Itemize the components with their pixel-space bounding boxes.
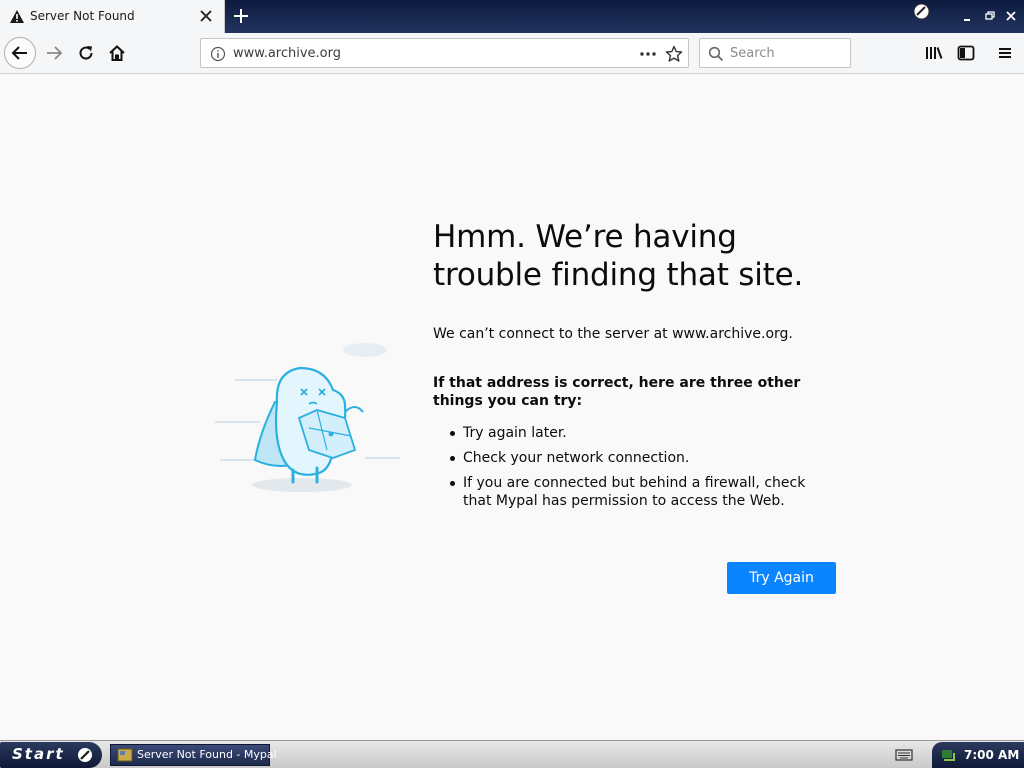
- start-label: Start: [12, 745, 65, 763]
- mypal-app-icon: [117, 748, 133, 762]
- search-icon: [708, 46, 724, 62]
- close-window-icon[interactable]: [1002, 8, 1020, 24]
- sidebar-button[interactable]: [954, 41, 978, 65]
- system-tray: 7:00 AM: [932, 742, 1024, 768]
- menu-icon: [999, 48, 1011, 58]
- url-text[interactable]: www.archive.org: [233, 46, 341, 61]
- url-bar[interactable]: www.archive.org: [200, 38, 689, 68]
- start-button[interactable]: Start: [0, 742, 102, 768]
- more-icon[interactable]: [638, 46, 658, 62]
- error-title: Hmm. We’re having trouble finding that s…: [433, 219, 804, 293]
- error-illustration: [215, 343, 400, 492]
- suggestions-list: Try again later. Check your network conn…: [450, 424, 830, 517]
- home-icon: [109, 45, 125, 61]
- reload-button[interactable]: [70, 37, 102, 69]
- forward-icon: [47, 46, 63, 60]
- restore-icon[interactable]: [981, 8, 999, 24]
- back-icon: [11, 46, 27, 60]
- error-page: Hmm. We’re having trouble finding that s…: [0, 74, 1024, 740]
- taskbar-item-label: Server Not Found - Mypal: [137, 748, 277, 761]
- close-icon[interactable]: [198, 8, 214, 24]
- library-icon: [926, 47, 943, 59]
- try-again-button[interactable]: Try Again: [727, 562, 836, 594]
- tab-title: Server Not Found: [30, 9, 135, 23]
- clock[interactable]: 7:00 AM: [964, 748, 1019, 762]
- sidebar-icon: [957, 45, 975, 61]
- library-button[interactable]: [922, 41, 946, 65]
- list-item: Try again later.: [450, 424, 830, 442]
- reload-icon: [79, 46, 93, 60]
- menu-button[interactable]: [993, 41, 1017, 65]
- minimize-icon[interactable]: [958, 8, 976, 24]
- list-item: Check your network connection.: [450, 449, 830, 467]
- list-item: If you are connected but behind a firewa…: [450, 474, 830, 510]
- app-logo-icon: [913, 3, 930, 20]
- search-bar[interactable]: [699, 38, 851, 68]
- star-icon[interactable]: [665, 45, 683, 63]
- start-logo-icon: [78, 748, 92, 762]
- warning-icon: [10, 10, 24, 23]
- forward-button[interactable]: [38, 37, 70, 69]
- navigation-toolbar: www.archive.org: [0, 33, 1024, 74]
- suggestions-heading: If that address is correct, here are thr…: [433, 375, 801, 409]
- info-icon[interactable]: [210, 46, 226, 62]
- new-tab-icon[interactable]: [231, 6, 251, 26]
- keyboard-icon[interactable]: [895, 748, 913, 762]
- error-description: We can’t connect to the server at www.ar…: [433, 326, 793, 342]
- taskbar: Start Server Not Found - Mypal 7:00 AM: [0, 740, 1024, 768]
- home-button[interactable]: [101, 37, 133, 69]
- tab-strip: Server Not Found: [0, 0, 1024, 33]
- search-input[interactable]: [730, 44, 845, 62]
- tab-server-not-found[interactable]: Server Not Found: [0, 0, 225, 33]
- network-icon[interactable]: [940, 747, 956, 763]
- back-button[interactable]: [4, 37, 36, 69]
- taskbar-item-mypal[interactable]: Server Not Found - Mypal: [110, 744, 277, 766]
